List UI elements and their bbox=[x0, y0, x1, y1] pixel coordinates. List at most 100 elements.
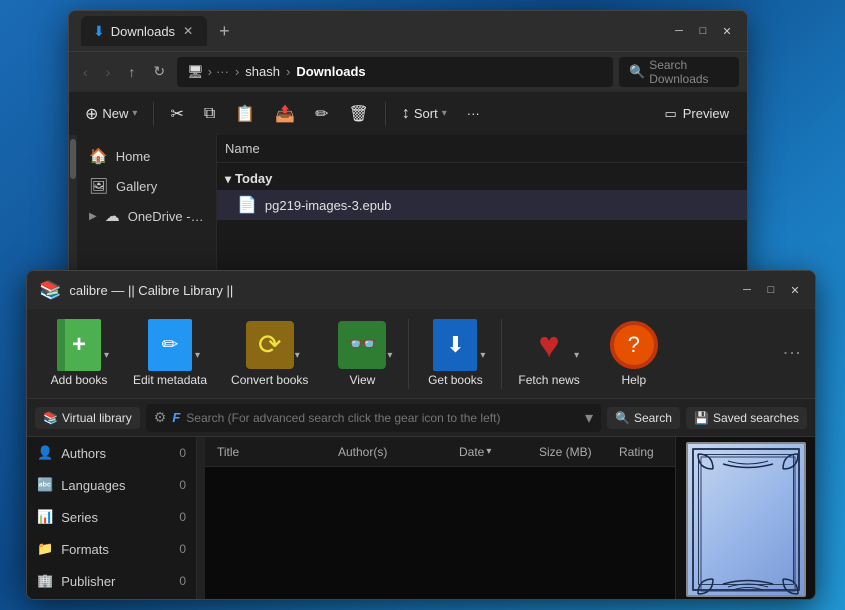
get-books-arrow-icon: ▾ bbox=[480, 350, 485, 361]
cut-button[interactable]: ✂ bbox=[162, 100, 191, 128]
new-tab-button[interactable]: + bbox=[211, 17, 238, 46]
explorer-titlebar: ⬇ Downloads ✕ + ─ □ ✕ bbox=[69, 11, 747, 51]
book-cover-image bbox=[686, 442, 806, 597]
sidebar-item-series[interactable]: 📊 Series 0 bbox=[27, 501, 196, 533]
gallery-label: Gallery bbox=[116, 179, 157, 194]
convert-books-tool[interactable]: ⟳ ▾ Convert books bbox=[221, 313, 318, 395]
preview-icon: ▭ bbox=[664, 106, 676, 122]
copy-icon: ⧉ bbox=[204, 105, 215, 123]
forward-button[interactable]: › bbox=[100, 60, 117, 84]
download-tab-icon: ⬇ bbox=[93, 23, 105, 40]
saved-searches-button[interactable]: 💾 Saved searches bbox=[686, 407, 807, 429]
path-downloads: Downloads bbox=[296, 64, 365, 79]
preview-label: Preview bbox=[683, 106, 729, 121]
file-panel: 🏠 Home 🖼 Gallery ▶ ☁ OneDrive - Per Name bbox=[69, 135, 747, 280]
date-label: Date bbox=[459, 445, 484, 459]
help-tool[interactable]: ? Help bbox=[594, 313, 674, 395]
sidebar-item-languages[interactable]: 🔤 Languages 0 bbox=[27, 469, 196, 501]
sidebar-item-gallery[interactable]: 🖼 Gallery bbox=[77, 171, 216, 201]
new-button[interactable]: ⊕ New ▾ bbox=[77, 100, 145, 128]
virtual-library-button[interactable]: 📚 Virtual library bbox=[35, 407, 140, 429]
close-button[interactable]: ✕ bbox=[719, 23, 735, 39]
calibre-titlebar: 📚 calibre — || Calibre Library || ─ □ ✕ bbox=[27, 271, 815, 309]
share-button[interactable]: 📤 bbox=[267, 100, 303, 128]
get-books-tool[interactable]: ⬇ ▾ Get books bbox=[415, 313, 495, 395]
calibre-maximize-button[interactable]: □ bbox=[763, 282, 779, 298]
explorer-tab[interactable]: ⬇ Downloads ✕ bbox=[81, 16, 207, 46]
books-header: Title Author(s) Date ▾ Size (MB) Rating bbox=[205, 437, 675, 467]
paste-button[interactable]: 📋 bbox=[227, 100, 263, 128]
sidebar-item-publisher[interactable]: 🏢 Publisher 0 bbox=[27, 565, 196, 597]
tab-close-button[interactable]: ✕ bbox=[181, 22, 195, 40]
preview-button[interactable]: ▭ Preview bbox=[654, 102, 739, 126]
address-path[interactable]: 🖥 › ··· › shash › Downloads bbox=[177, 57, 613, 87]
rating-column-header: Rating bbox=[611, 445, 671, 459]
view-tool[interactable]: 👓 ▾ View bbox=[322, 313, 402, 395]
computer-icon: 🖥 bbox=[187, 64, 204, 80]
add-books-icon-container: ▾ bbox=[55, 321, 103, 369]
search-box[interactable]: 🔍 Search Downloads bbox=[619, 57, 739, 87]
delete-button[interactable]: 🗑 bbox=[341, 100, 377, 128]
more-options-button[interactable]: ··· bbox=[459, 102, 488, 125]
series-count: 0 bbox=[179, 510, 186, 524]
authors-column-header: Author(s) bbox=[330, 445, 451, 459]
search-label: Search bbox=[634, 411, 672, 425]
search-button[interactable]: 🔍 Search bbox=[607, 407, 680, 429]
sort-button[interactable]: ↕ Sort ▾ bbox=[394, 101, 455, 127]
left-scroll[interactable] bbox=[69, 135, 77, 280]
convert-books-icon-container: ⟳ ▾ bbox=[246, 321, 294, 369]
search-dropdown-icon[interactable]: ▾ bbox=[585, 408, 593, 428]
new-arrow: ▾ bbox=[132, 108, 137, 119]
explorer-window: ⬇ Downloads ✕ + ─ □ ✕ ‹ › ↑ ↻ 🖥 › ··· › … bbox=[68, 10, 748, 280]
file-item[interactable]: 📄 pg219-images-3.epub bbox=[217, 190, 747, 220]
languages-count: 0 bbox=[179, 478, 186, 492]
sidebar-item-formats[interactable]: 📁 Formats 0 bbox=[27, 533, 196, 565]
edit-metadata-tool[interactable]: ▾ Edit metadata bbox=[123, 313, 217, 395]
convert-books-arrow-icon: ▾ bbox=[295, 350, 300, 361]
copy-button[interactable]: ⧉ bbox=[196, 101, 223, 127]
name-column-header: Name bbox=[225, 141, 260, 156]
authors-label: Authors bbox=[61, 446, 106, 461]
sidebar-item-onedrive[interactable]: ▶ ☁ OneDrive - Per bbox=[77, 201, 216, 231]
maximize-button[interactable]: □ bbox=[695, 23, 711, 39]
saved-label: Saved searches bbox=[713, 411, 799, 425]
file-list: ▾ Today 📄 pg219-images-3.epub bbox=[217, 163, 747, 224]
expand-icon: ▶ bbox=[89, 211, 97, 222]
path-more-dots: ··· bbox=[216, 64, 229, 79]
file-header: Name bbox=[217, 135, 747, 163]
calibre-close-button[interactable]: ✕ bbox=[787, 282, 803, 298]
sort-arrow: ▾ bbox=[442, 108, 447, 119]
sidebar-item-authors[interactable]: 👤 Authors 0 bbox=[27, 437, 196, 469]
add-books-tool[interactable]: ▾ Add books bbox=[39, 313, 119, 395]
date-sort-icon[interactable]: ▾ bbox=[486, 446, 491, 457]
tab-title: Downloads bbox=[111, 24, 175, 39]
search-input[interactable] bbox=[186, 411, 579, 425]
fetch-news-tool[interactable]: ♥ ▾ Fetch news bbox=[508, 313, 589, 395]
onedrive-label: OneDrive - Per bbox=[128, 209, 204, 224]
window-controls: ─ □ ✕ bbox=[671, 23, 735, 39]
gallery-icon: 🖼 bbox=[89, 177, 108, 195]
help-label: Help bbox=[621, 373, 646, 387]
up-button[interactable]: ↑ bbox=[122, 60, 141, 84]
calibre-toolbar: ▾ Add books ▾ Edit metadata ⟳ ▾ Convert … bbox=[27, 309, 815, 399]
publisher-count: 0 bbox=[179, 574, 186, 588]
sidebar-item-home[interactable]: 🏠 Home bbox=[77, 141, 216, 171]
more-tools-button[interactable]: ⋮ bbox=[795, 344, 803, 364]
minimize-button[interactable]: ─ bbox=[671, 23, 687, 39]
view-icon: 👓 bbox=[338, 321, 386, 369]
calibre-logo-icon: 📚 bbox=[39, 280, 61, 301]
toolbar-sep2 bbox=[385, 102, 386, 126]
series-icon: 📊 bbox=[37, 509, 53, 525]
path-sep1: › bbox=[235, 64, 239, 79]
search-gear-icon[interactable]: ⚙ bbox=[154, 409, 167, 426]
back-button[interactable]: ‹ bbox=[77, 60, 94, 84]
calibre-sidebar-scroll[interactable] bbox=[197, 437, 205, 600]
sidebar-item-rating[interactable]: ⭐ Rating 0 bbox=[27, 597, 196, 600]
refresh-button[interactable]: ↻ bbox=[147, 59, 171, 84]
book-cover-svg bbox=[693, 449, 803, 597]
authors-count: 0 bbox=[179, 446, 186, 460]
rename-button[interactable]: ✏ bbox=[307, 100, 336, 128]
address-bar: ‹ › ↑ ↻ 🖥 › ··· › shash › Downloads 🔍 Se… bbox=[69, 51, 747, 91]
calibre-minimize-button[interactable]: ─ bbox=[739, 282, 755, 298]
group-label: Today bbox=[235, 171, 272, 186]
